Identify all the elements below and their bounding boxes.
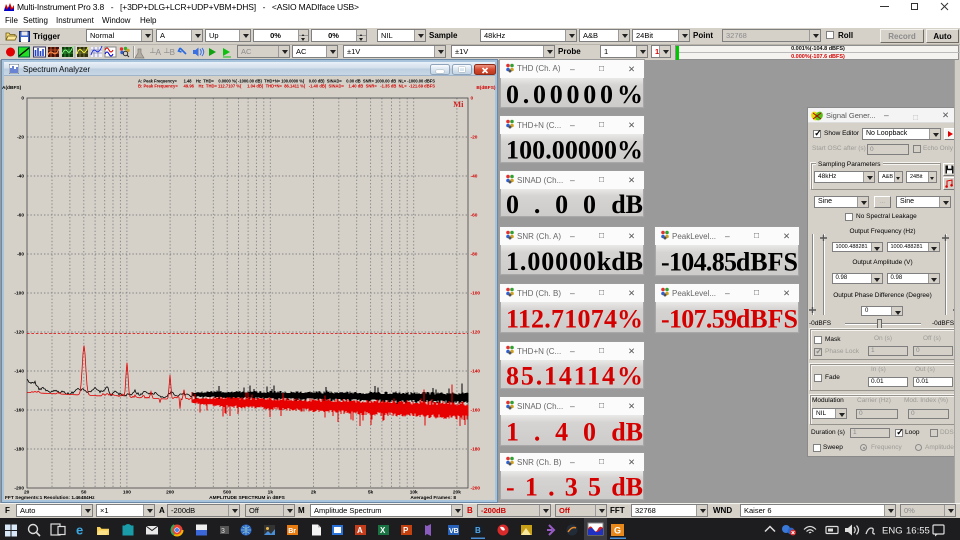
svg-text:dBFS: dBFS: [736, 304, 798, 332]
svg-text:-20: -20: [471, 135, 478, 141]
svg-text:B: Peak Frequency= 49.96: B: Peak Frequency= 49.96 Hz THD= 112.710…: [138, 83, 436, 89]
svg-text:-140: -140: [14, 369, 24, 375]
svg-text:16:55: 16:55: [906, 526, 930, 537]
svg-text:A: A: [357, 526, 363, 535]
svg-text:-40: -40: [17, 174, 24, 180]
svg-text:ENG: ENG: [882, 526, 903, 537]
svg-text:0.00: 0.00: [506, 190, 596, 216]
svg-text:FFT Segments:1 Resolution:: FFT Segments:1 Resolution: 1.46484Hz: [5, 495, 95, 500]
svg-text:B: B: [475, 526, 481, 535]
svg-text:100.00000: 100.00000: [506, 135, 617, 162]
svg-text:-200: -200: [471, 486, 481, 492]
svg-text:dB: dB: [611, 190, 643, 216]
svg-text:P: P: [403, 526, 409, 535]
svg-text:%: %: [617, 79, 643, 106]
svg-text:-100: -100: [14, 291, 24, 297]
svg-text:dBFS: dBFS: [736, 247, 798, 275]
svg-text:1.40: 1.40: [506, 417, 596, 445]
svg-text:3: 3: [221, 528, 225, 535]
svg-text:e: e: [76, 523, 83, 538]
svg-text:-40: -40: [471, 174, 478, 180]
svg-text:-120: -120: [471, 330, 481, 336]
svg-text:B(dBFS): B(dBFS): [476, 85, 496, 91]
svg-text:G: G: [614, 526, 621, 536]
svg-text:kdB: kdB: [597, 247, 643, 274]
svg-text:50: 50: [81, 490, 87, 496]
svg-text:20k: 20k: [453, 490, 461, 496]
svg-text:500: 500: [223, 490, 231, 496]
svg-text:A(dBFS): A(dBFS): [2, 85, 22, 91]
svg-text:VB: VB: [449, 528, 459, 535]
svg-text:2k: 2k: [311, 490, 317, 496]
svg-text:-80: -80: [17, 252, 24, 258]
svg-text:0.00000: 0.00000: [506, 79, 613, 106]
svg-text:dB: dB: [611, 417, 643, 445]
svg-text:-140: -140: [471, 369, 481, 375]
svg-text:Mi: Mi: [453, 99, 464, 109]
svg-text:%: %: [617, 361, 643, 388]
svg-text:┴B: ┴B: [163, 47, 175, 57]
svg-text:20: 20: [24, 490, 30, 496]
svg-text:-20: -20: [17, 135, 24, 141]
svg-text:dB: dB: [611, 472, 643, 499]
svg-text:-200: -200: [14, 486, 24, 492]
svg-text:-180: -180: [471, 447, 481, 453]
svg-text:X: X: [380, 526, 386, 535]
svg-text:1k: 1k: [268, 490, 274, 496]
svg-text:5k: 5k: [368, 490, 374, 496]
svg-text:Averaged Frames: 8: Averaged Frames: 8: [410, 495, 456, 500]
svg-text:Br: Br: [288, 528, 296, 535]
svg-text:0: 0: [471, 96, 474, 102]
svg-text:%: %: [617, 304, 643, 332]
svg-text:100: 100: [123, 490, 131, 496]
svg-text:-120: -120: [14, 330, 24, 336]
svg-text:-100: -100: [471, 291, 481, 297]
svg-text:-60: -60: [471, 213, 478, 219]
svg-text:-1.35: -1.35: [506, 472, 601, 499]
svg-text:-80: -80: [471, 252, 478, 258]
svg-text:-160: -160: [14, 408, 24, 414]
svg-text:1.00000: 1.00000: [506, 247, 596, 274]
svg-text:10k: 10k: [410, 490, 418, 496]
svg-text:-107.59: -107.59: [661, 304, 737, 332]
svg-text:-160: -160: [471, 408, 481, 414]
svg-text:85.14114: 85.14114: [506, 361, 615, 388]
svg-text:-104.85: -104.85: [661, 247, 737, 275]
svg-text:112.71074: 112.71074: [506, 304, 617, 332]
svg-text:0: 0: [21, 96, 24, 102]
svg-text:┴A: ┴A: [149, 47, 162, 57]
svg-text:%: %: [617, 135, 643, 162]
svg-text:200: 200: [166, 490, 174, 496]
svg-text:AMPLITUDE SPECTRUM in dBFS: AMPLITUDE SPECTRUM in dBFS: [209, 495, 285, 500]
svg-text:-180: -180: [14, 447, 24, 453]
svg-text:-60: -60: [17, 213, 24, 219]
